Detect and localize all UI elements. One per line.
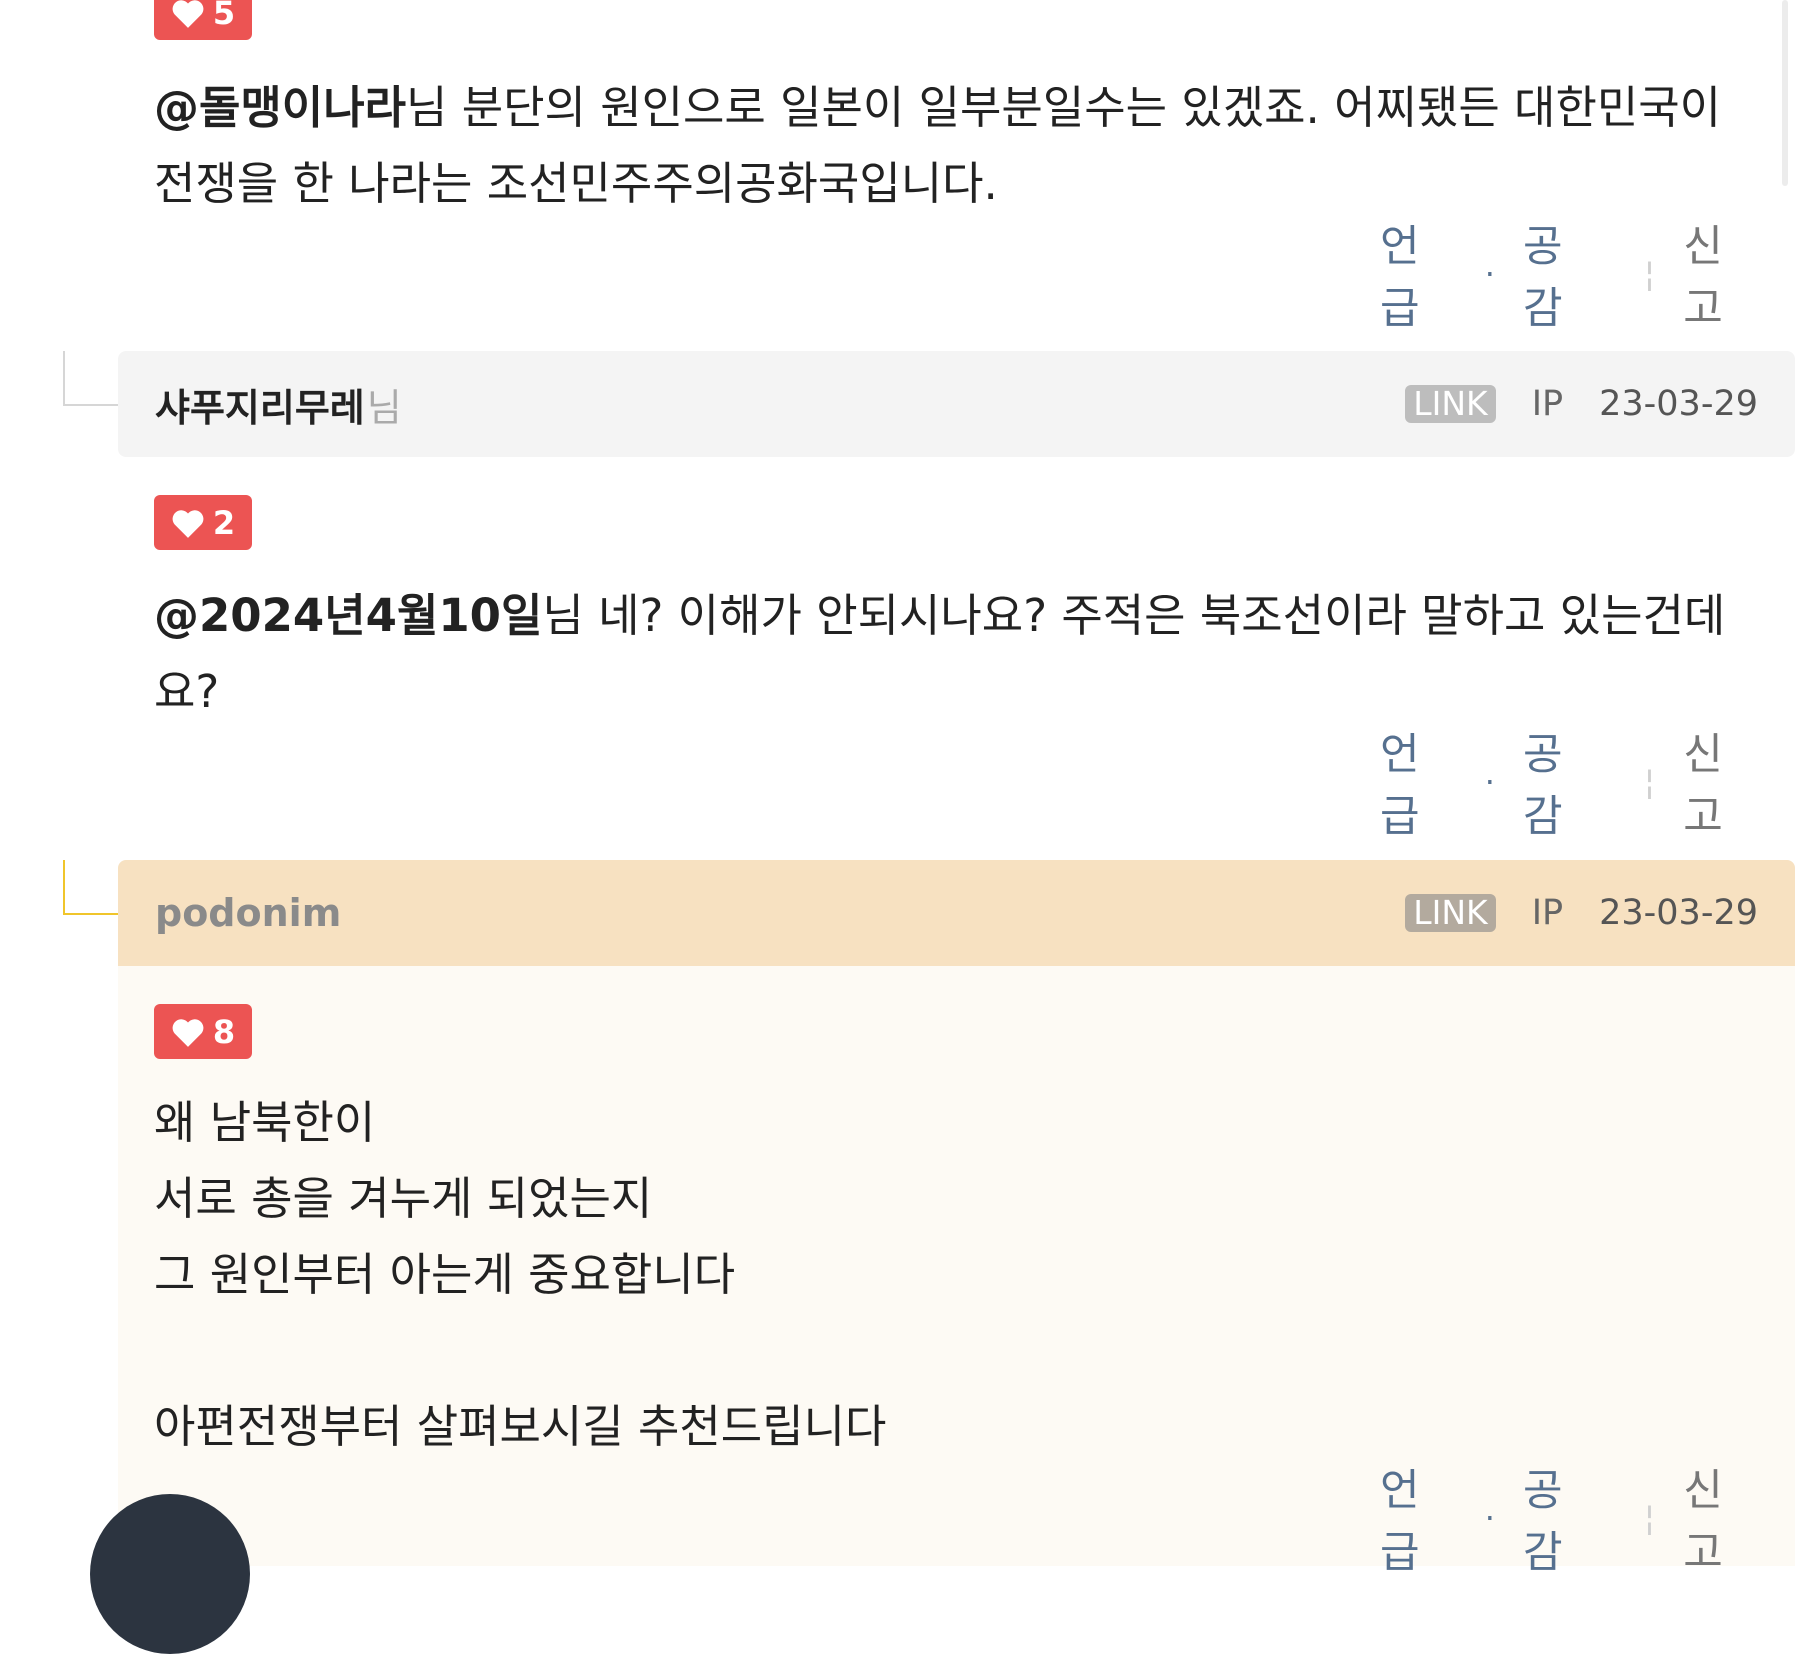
divider: ¦ <box>1643 254 1656 294</box>
comment-line: 아편전쟁부터 살펴보시길 추천드립니다 <box>154 1400 887 1453</box>
mention-button[interactable]: 언급 <box>1380 212 1457 336</box>
separator-dot: · <box>1484 763 1495 801</box>
empathy-button[interactable]: 공감 <box>1523 212 1600 336</box>
ip-label: IP <box>1531 893 1564 933</box>
ip-label: IP <box>1531 384 1564 424</box>
like-badge[interactable]: 8 <box>154 1004 252 1059</box>
comment-line: 왜 남북한이 <box>154 1096 376 1149</box>
mention-link[interactable]: @2024년4월10일 <box>154 589 542 642</box>
comment-meta: LINK IP 23-03-29 <box>1405 893 1758 933</box>
comment-date: 23-03-29 <box>1599 384 1758 424</box>
divider: ¦ <box>1643 762 1656 802</box>
comment-actions: 언급 · 공감 ¦ 신고 <box>1380 222 1760 334</box>
floating-button[interactable] <box>90 1494 250 1654</box>
comment-header: podonim LINK IP 23-03-29 <box>118 860 1795 966</box>
comment-header: 샤푸지리무레 님 LINK IP 23-03-29 <box>118 351 1795 457</box>
like-badge[interactable]: 5 <box>154 0 252 40</box>
separator-dot: · <box>1484 255 1495 293</box>
reply-thread-line <box>63 351 118 406</box>
scrollbar[interactable] <box>1782 0 1788 186</box>
comment-line <box>154 1313 1754 1389</box>
mention-link[interactable]: @돌맹이나라 <box>154 81 406 134</box>
comment-actions: 언급 · 공감 ¦ 신고 <box>1380 730 1760 842</box>
report-button[interactable]: 신고 <box>1683 1456 1760 1580</box>
comment-line: 서로 총을 겨누게 되었는지 <box>154 1172 653 1225</box>
heart-icon <box>172 1018 204 1047</box>
comment-text: @2024년4월10일님 네? 이해가 안되시나요? 주적은 북조선이라 말하고… <box>154 589 1726 718</box>
like-count: 2 <box>212 503 236 542</box>
divider: ¦ <box>1643 1498 1656 1538</box>
comment-actions: 언급 · 공감 ¦ 신고 <box>1380 1466 1760 1578</box>
link-badge[interactable]: LINK <box>1405 385 1496 423</box>
comment-line: 그 원인부터 아는게 중요합니다 <box>154 1248 736 1301</box>
author-name[interactable]: podonim <box>155 891 341 935</box>
report-button[interactable]: 신고 <box>1683 212 1760 336</box>
separator-dot: · <box>1484 1499 1495 1537</box>
comment-date: 23-03-29 <box>1599 893 1758 933</box>
comment-meta: LINK IP 23-03-29 <box>1405 384 1758 424</box>
like-count: 5 <box>212 0 236 32</box>
author-name[interactable]: 샤푸지리무레 <box>155 377 365 432</box>
reply-thread-line <box>63 860 118 915</box>
report-button[interactable]: 신고 <box>1683 720 1760 844</box>
like-count: 8 <box>212 1012 236 1051</box>
comment-text: 왜 남북한이 서로 총을 겨누게 되었는지 그 원인부터 아는게 중요합니다 아… <box>154 1085 1754 1465</box>
heart-icon <box>172 509 204 538</box>
link-badge[interactable]: LINK <box>1405 894 1496 932</box>
author-suffix: 님 <box>366 385 402 430</box>
like-badge[interactable]: 2 <box>154 495 252 550</box>
comment-text: @돌맹이나라님 분단의 원인으로 일본이 일부분일수는 있겠죠. 어찌됐든 대한… <box>154 81 1722 210</box>
empathy-button[interactable]: 공감 <box>1523 720 1600 844</box>
heart-icon <box>172 0 204 28</box>
mention-button[interactable]: 언급 <box>1380 1456 1457 1580</box>
mention-button[interactable]: 언급 <box>1380 720 1457 844</box>
empathy-button[interactable]: 공감 <box>1523 1456 1600 1580</box>
